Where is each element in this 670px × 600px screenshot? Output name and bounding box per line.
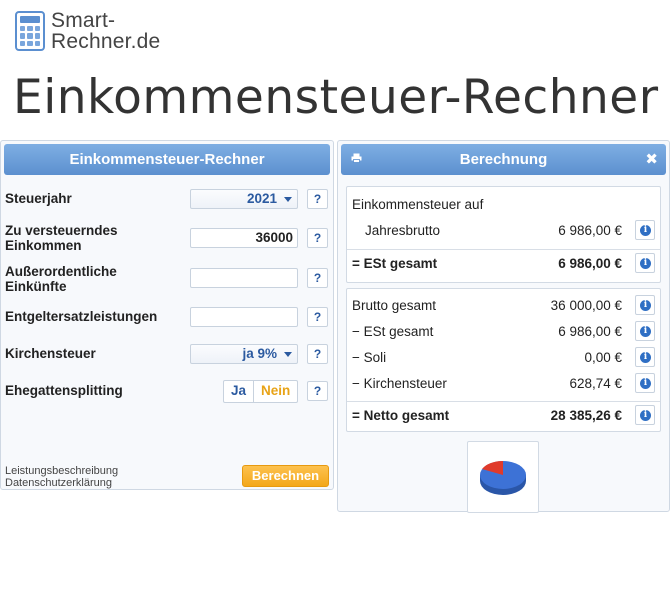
info-icon: i <box>640 300 651 311</box>
info-button[interactable]: i <box>635 347 655 367</box>
result-row: Brutto gesamt 36 000,00 € i <box>347 292 660 318</box>
result-panel-title: Berechnung <box>459 151 548 168</box>
row-label: − Kirchensteuer <box>352 375 447 391</box>
close-icon[interactable]: ✖ <box>645 150 658 168</box>
result-row: − Kirchensteuer 628,74 € i <box>347 370 660 396</box>
info-button[interactable]: i <box>635 321 655 341</box>
calculator-icon <box>15 11 45 51</box>
info-icon: i <box>640 352 651 363</box>
row-label: = ESt gesamt <box>352 255 438 271</box>
ausserordentlich-label: Außerordentliche Einkünfte <box>5 264 117 294</box>
info-button[interactable]: i <box>635 373 655 393</box>
row-label: Brutto gesamt <box>352 297 437 313</box>
calculate-button[interactable]: Berechnen <box>242 465 329 487</box>
link-datenschutz[interactable]: Datenschutzerklärung <box>5 477 118 489</box>
print-icon[interactable] <box>351 153 362 163</box>
input-panel-title: Einkommensteuer-Rechner <box>4 144 330 175</box>
result-panel: Berechnung ✖ Einkommensteuer auf Jahresb… <box>337 140 670 513</box>
result-row-total: = ESt gesamt 6 986,00 € i <box>347 249 660 276</box>
row-value: 6 986,00 € <box>558 222 622 238</box>
ehegattensplitting-label: Ehegattensplitting <box>5 382 123 398</box>
entgeltersatz-input[interactable] <box>190 307 298 327</box>
row-value: 628,74 € <box>569 375 622 391</box>
toggle-nein-button[interactable]: Nein <box>254 381 297 402</box>
ehegattensplitting-toggle: Ja Nein <box>223 380 299 403</box>
info-button[interactable]: i <box>635 220 655 240</box>
row-value: 0,00 € <box>584 349 622 365</box>
result-row: Jahresbrutto 6 986,00 € i <box>347 217 660 243</box>
info-icon: i <box>640 326 651 337</box>
entgeltersatz-label: Entgeltersatzleistungen <box>5 308 158 324</box>
pie-chart-thumbnail[interactable] <box>467 441 539 513</box>
help-button-steuerjahr[interactable]: ? <box>307 189 328 209</box>
zve-input[interactable]: 36000 <box>190 228 298 248</box>
footer-links: Leistungsbeschreibung Datenschutzerkläru… <box>5 465 118 489</box>
chevron-down-icon <box>284 197 292 202</box>
income-tax-box: Einkommensteuer auf Jahresbrutto 6 986,0… <box>346 186 661 283</box>
ausserordentlich-input[interactable] <box>190 268 298 288</box>
help-button-ehegattensplitting[interactable]: ? <box>307 381 328 401</box>
kirchensteuer-label: Kirchensteuer <box>5 345 96 361</box>
income-tax-heading: Einkommensteuer auf <box>352 196 484 212</box>
logo[interactable]: Smart- Rechner.de <box>15 10 160 52</box>
steuerjahr-label: Steuerjahr <box>5 190 72 206</box>
row-label: − ESt gesamt <box>352 323 434 339</box>
info-icon: i <box>640 225 651 236</box>
result-panel-header: Berechnung ✖ <box>341 144 666 175</box>
link-leistungsbeschreibung[interactable]: Leistungsbeschreibung <box>5 465 118 477</box>
page-title: Einkommensteuer-Rechner <box>13 70 659 125</box>
info-icon: i <box>640 378 651 389</box>
row-label: = Netto gesamt <box>352 407 450 423</box>
info-icon: i <box>640 258 651 269</box>
zve-label: Zu versteuerndes Einkommen <box>5 223 118 253</box>
info-button[interactable]: i <box>635 405 655 425</box>
row-value: 36 000,00 € <box>550 297 622 313</box>
row-value: 6 986,00 € <box>558 255 622 271</box>
info-icon: i <box>640 410 651 421</box>
help-button-zve[interactable]: ? <box>307 228 328 248</box>
help-button-entgeltersatz[interactable]: ? <box>307 307 328 327</box>
steuerjahr-select[interactable]: 2021 <box>190 189 298 209</box>
input-panel: Einkommensteuer-Rechner Steuerjahr 2021 … <box>0 140 334 490</box>
result-row: − ESt gesamt 6 986,00 € i <box>347 318 660 344</box>
info-button[interactable]: i <box>635 253 655 273</box>
help-button-ausserordentlich[interactable]: ? <box>307 268 328 288</box>
help-button-kirchensteuer[interactable]: ? <box>307 344 328 364</box>
result-row-total: = Netto gesamt 28 385,26 € i <box>347 401 660 428</box>
chevron-down-icon <box>284 352 292 357</box>
logo-text: Smart- Rechner.de <box>51 9 161 53</box>
result-row: − Soli 0,00 € i <box>347 344 660 370</box>
row-value: 28 385,26 € <box>550 407 622 423</box>
toggle-ja-button[interactable]: Ja <box>224 381 255 402</box>
kirchensteuer-select[interactable]: ja 9% <box>190 344 298 364</box>
pie-chart-icon <box>480 460 526 495</box>
income-tax-heading-row: Einkommensteuer auf <box>347 191 660 217</box>
row-value: 6 986,00 € <box>558 323 622 339</box>
row-label: Jahresbrutto <box>365 222 441 238</box>
row-label: − Soli <box>352 349 387 365</box>
info-button[interactable]: i <box>635 295 655 315</box>
net-income-box: Brutto gesamt 36 000,00 € i − ESt gesamt… <box>346 288 661 432</box>
